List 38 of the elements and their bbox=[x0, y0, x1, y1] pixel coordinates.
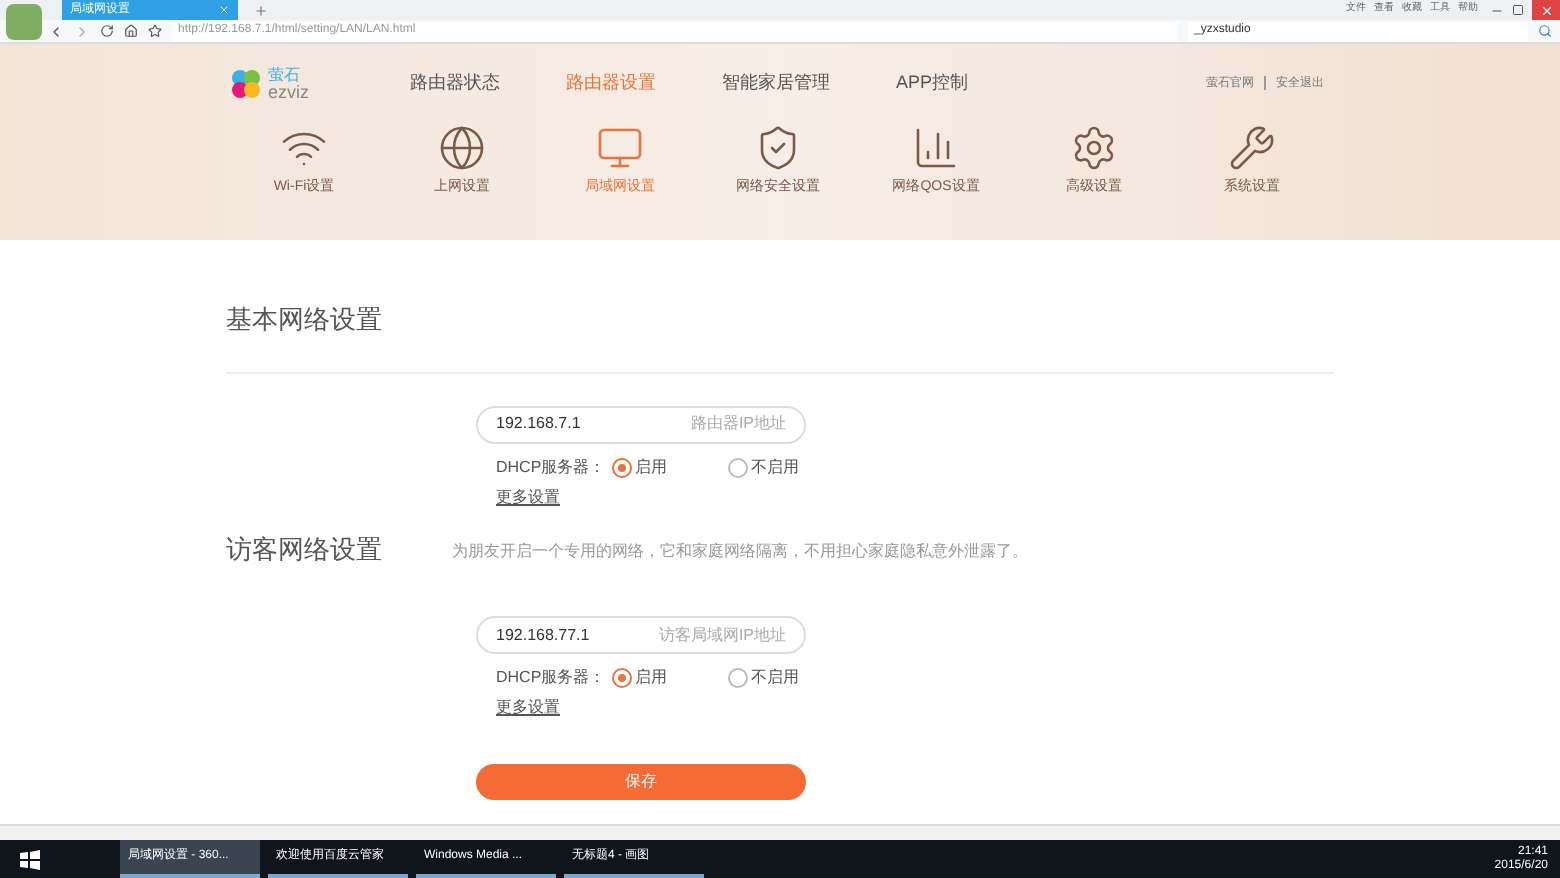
logo-text: 萤石 bbox=[268, 66, 302, 84]
logo-text: ezviz bbox=[268, 84, 310, 102]
dhcp-label: DHCP服务器： bbox=[496, 666, 606, 690]
nav-link[interactable]: 智能家居管理 bbox=[722, 70, 830, 98]
close-button[interactable] bbox=[1532, 0, 1560, 20]
search-icon[interactable] bbox=[1538, 24, 1552, 38]
maximize-icon[interactable] bbox=[1512, 4, 1524, 16]
tool-icon bbox=[1070, 124, 1118, 172]
tool-icon bbox=[596, 124, 644, 172]
tool-icon bbox=[1228, 124, 1276, 172]
section-title: 访客网络设置 bbox=[226, 531, 382, 567]
home-icon[interactable] bbox=[124, 24, 138, 38]
section-title: 基本网络设置 bbox=[226, 302, 382, 338]
star-icon[interactable] bbox=[148, 24, 162, 38]
more-settings-link[interactable]: 更多设置 bbox=[496, 485, 560, 509]
tool-icon bbox=[438, 124, 486, 172]
field-hint: 路由器IP地址 bbox=[690, 412, 786, 436]
radio-option[interactable]: 不启用 bbox=[727, 666, 844, 690]
logo-icon bbox=[230, 68, 262, 100]
avatar-icon bbox=[6, 4, 42, 40]
section-description: 为朋友开启一个专用的网络，它和家庭网络隔离，不用担心家庭隐私意外泄露了。 bbox=[452, 540, 1028, 564]
start-icon[interactable] bbox=[20, 849, 40, 869]
nav-link[interactable]: APP控制 bbox=[896, 70, 969, 98]
radio-option[interactable]: 启用 bbox=[611, 666, 728, 690]
ip-input-field[interactable]: 192.168.7.1 路由器IP地址 bbox=[476, 405, 806, 443]
dhcp-label: DHCP服务器： bbox=[496, 455, 606, 479]
field-hint: 访客局域网IP地址 bbox=[658, 623, 786, 647]
save-button[interactable]: 保存 bbox=[476, 764, 806, 800]
close-icon bbox=[1539, 3, 1553, 17]
tool-icon bbox=[912, 124, 960, 172]
more-settings-link[interactable]: 更多设置 bbox=[496, 696, 560, 720]
back-icon[interactable] bbox=[48, 23, 64, 39]
close-icon[interactable] bbox=[218, 4, 230, 16]
radio-option[interactable]: 启用 bbox=[611, 455, 728, 479]
refresh-icon[interactable] bbox=[100, 24, 114, 38]
ip-input-field[interactable]: 192.168.77.1 访客局域网IP地址 bbox=[476, 616, 806, 654]
radio-option[interactable]: 不启用 bbox=[727, 455, 844, 479]
nav-link[interactable]: 路由器状态 bbox=[410, 70, 500, 98]
